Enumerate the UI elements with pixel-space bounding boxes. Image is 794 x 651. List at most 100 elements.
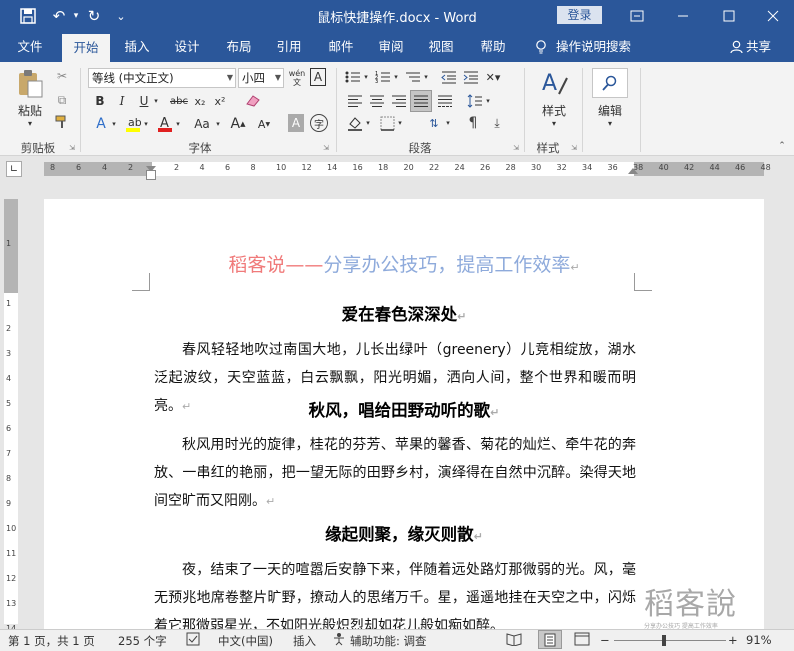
character-shading-icon[interactable]: A (288, 114, 304, 132)
chevron-down-icon[interactable]: ▾ (152, 92, 160, 110)
highlight-color-icon[interactable]: ab (124, 114, 142, 134)
font-size-combo[interactable]: 小四 ▼ (238, 68, 284, 88)
tab-mailings[interactable]: 邮件 (320, 32, 362, 62)
subscript-icon[interactable]: x₂ (192, 92, 208, 110)
chevron-down-icon[interactable]: ▾ (142, 114, 150, 134)
font-name-combo[interactable]: 等线 (中文正文) ▼ (88, 68, 236, 88)
tab-view[interactable]: 视图 (420, 32, 462, 62)
format-painter-icon[interactable] (54, 114, 70, 130)
paragraph-launcher-icon[interactable]: ⇲ (512, 144, 520, 152)
styles-launcher-icon[interactable]: ⇲ (570, 144, 578, 152)
document-header[interactable]: 稻客说——分享办公技巧，提高工作效率↵ (44, 250, 764, 277)
chevron-down-icon[interactable]: ▾ (392, 68, 400, 86)
tab-insert[interactable]: 插入 (116, 32, 158, 62)
multilevel-list-icon[interactable] (404, 68, 422, 86)
chevron-down-icon[interactable]: ▾ (422, 68, 430, 86)
accessibility-status[interactable]: 辅助功能: 调查 (350, 633, 427, 649)
zoom-slider-thumb[interactable] (662, 635, 666, 646)
insert-mode-status[interactable]: 插入 (293, 633, 316, 649)
chinese-layout-icon[interactable]: ✕▾ (484, 68, 502, 86)
bullets-icon[interactable] (344, 68, 362, 86)
align-left-icon[interactable] (346, 92, 364, 110)
tab-design[interactable]: 设计 (166, 32, 208, 62)
sort-icon[interactable]: ⇅ (424, 114, 444, 132)
tab-references[interactable]: 引用 (268, 32, 310, 62)
align-center-icon[interactable] (368, 92, 386, 110)
change-case-icon[interactable]: Aa (190, 114, 214, 134)
decrease-indent-icon[interactable] (440, 68, 458, 86)
zoom-level[interactable]: 91% (746, 633, 772, 647)
borders-icon[interactable] (378, 114, 396, 132)
copy-icon[interactable]: ⧉ (54, 92, 70, 108)
chevron-down-icon[interactable]: ▾ (362, 68, 370, 86)
underline-icon[interactable]: U (136, 92, 152, 110)
page-count-status[interactable]: 第 1 页，共 1 页 (8, 633, 95, 649)
paste-dropdown-icon[interactable]: ▾ (24, 118, 36, 128)
web-layout-icon[interactable] (574, 632, 590, 649)
line-spacing-icon[interactable] (466, 92, 484, 110)
horizontal-ruler[interactable]: 8 6 4 2 2 4 6 8 10 12 14 16 18 20 22 24 26 28 30 32 34 36 38 40… (44, 162, 771, 180)
numbering-icon[interactable]: 123 (374, 68, 392, 86)
read-mode-icon[interactable] (506, 632, 522, 649)
shading-icon[interactable] (346, 114, 364, 132)
styles-icon[interactable]: A (538, 68, 570, 98)
strikethrough-icon[interactable]: abc (168, 92, 190, 110)
cut-icon[interactable]: ✂ (54, 68, 70, 84)
accessibility-icon[interactable] (332, 632, 346, 649)
character-border-icon[interactable]: A (310, 68, 326, 86)
vertical-ruler[interactable]: 112345678910111213141516 (4, 199, 18, 651)
left-indent-marker[interactable] (146, 170, 156, 180)
heading-2[interactable]: 秋风，唱给田野动听的歌↵ (44, 397, 764, 421)
chevron-down-icon[interactable]: ▾ (396, 114, 404, 132)
document-page[interactable]: 稻客说——分享办公技巧，提高工作效率↵ 爱在春色深深处↵ 春风轻轻地吹过南国大地… (44, 199, 764, 629)
tell-me-search[interactable]: 操作说明搜索 (556, 32, 638, 62)
minimize-icon[interactable] (660, 0, 706, 32)
clipboard-launcher-icon[interactable]: ⇲ (68, 144, 76, 152)
share-button[interactable]: 共享 (746, 32, 776, 62)
login-button[interactable]: 登录 (557, 6, 602, 24)
sort-a-z-icon[interactable]: ⤓ (488, 114, 506, 132)
chevron-down-icon[interactable]: ▾ (444, 114, 452, 132)
clear-formatting-icon[interactable] (244, 92, 262, 110)
bold-icon[interactable]: B (92, 92, 108, 110)
text-effects-icon[interactable]: A (92, 114, 110, 134)
zoom-out-button[interactable]: − (600, 633, 610, 647)
tab-help[interactable]: 帮助 (472, 32, 514, 62)
align-right-icon[interactable] (390, 92, 408, 110)
chevron-down-icon[interactable]: ▾ (484, 92, 492, 110)
tab-selector-icon[interactable]: ∟ (6, 161, 22, 177)
heading-1[interactable]: 爱在春色深深处↵ (44, 301, 764, 325)
chevron-down-icon[interactable]: ▾ (174, 114, 182, 134)
paragraph-3[interactable]: 夜，结束了一天的喧嚣后安静下来，伴随着远处路灯那微弱的光。风，毫无预兆地席卷整片… (154, 556, 636, 629)
print-layout-icon[interactable] (538, 630, 562, 649)
styles-label[interactable]: 样式 (534, 102, 574, 118)
ribbon-display-options-icon[interactable] (614, 0, 660, 32)
paragraph-mark-icon[interactable]: ¶ (464, 114, 482, 132)
chevron-down-icon[interactable]: ▾ (364, 114, 372, 132)
heading-3[interactable]: 缘起则聚，缘灭则散↵ (44, 521, 764, 545)
chevron-down-icon[interactable]: ▾ (110, 114, 118, 134)
superscript-icon[interactable]: x² (212, 92, 228, 110)
chevron-down-icon[interactable]: ▾ (548, 118, 560, 128)
phonetic-guide-icon[interactable]: wén 文 (288, 68, 306, 88)
close-icon[interactable] (750, 0, 794, 32)
distributed-icon[interactable] (436, 92, 454, 110)
chevron-down-icon[interactable]: ▾ (604, 118, 616, 128)
chevron-down-icon[interactable]: ▾ (214, 114, 222, 134)
justify-icon[interactable] (410, 90, 432, 112)
maximize-icon[interactable] (706, 0, 752, 32)
enclose-characters-icon[interactable]: 字 (310, 114, 328, 132)
italic-icon[interactable]: I (114, 92, 130, 110)
zoom-in-button[interactable]: + (728, 633, 738, 647)
editing-search-icon[interactable] (592, 68, 628, 98)
right-indent-marker[interactable] (628, 168, 638, 174)
paste-icon[interactable] (14, 68, 46, 100)
tab-home[interactable]: 开始 (62, 34, 110, 62)
collapse-ribbon-icon[interactable]: ⌃ (776, 140, 788, 152)
proofing-icon[interactable] (186, 632, 200, 649)
word-count-status[interactable]: 255 个字 (118, 633, 167, 649)
grow-font-icon[interactable]: A ▲ (230, 114, 246, 134)
font-launcher-icon[interactable]: ⇲ (322, 144, 330, 152)
paragraph-2[interactable]: 秋风用时光的旋律，桂花的芬芳、苹果的馨香、菊花的灿烂、牵牛花的奔放、一串红的艳丽… (154, 431, 636, 516)
language-status[interactable]: 中文(中国) (218, 633, 273, 649)
